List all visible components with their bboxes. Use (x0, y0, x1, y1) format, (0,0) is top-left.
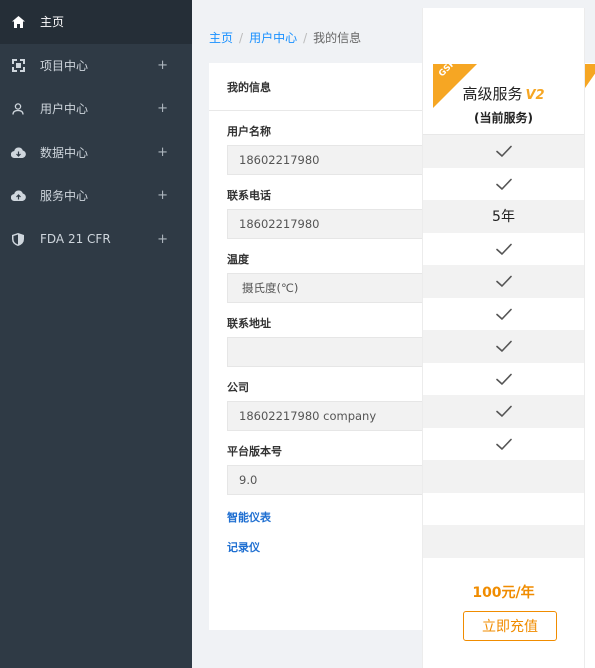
feature-row (423, 395, 584, 428)
sidebar-item-service-center[interactable]: 服务中心 + (0, 174, 192, 218)
check-icon (495, 340, 512, 353)
check-icon (495, 373, 512, 385)
feature-row: 5年 (423, 200, 584, 233)
feature-row (423, 363, 584, 396)
check-icon (495, 275, 512, 288)
check-icon (495, 308, 512, 320)
sidebar: 主页 项目中心 + 用户中心 + 数据中心 + 服务中心 + FDA 21 CF… (0, 0, 192, 668)
feature-row (423, 525, 584, 558)
feature-row (423, 233, 584, 266)
cloud-icon (10, 144, 26, 160)
feature-row (423, 493, 584, 526)
shield-icon (10, 231, 26, 247)
sidebar-item-label: 服务中心 (40, 189, 89, 204)
check-icon (495, 178, 512, 190)
plan-subtitle: (当前服务) (474, 111, 533, 125)
breadcrumb-current: 我的信息 (313, 31, 362, 45)
sidebar-item-label: 项目中心 (40, 58, 89, 73)
feature-row (423, 330, 584, 363)
expand-icon[interactable]: + (157, 101, 168, 116)
breadcrumb: 主页 / 用户中心 / 我的信息 (209, 29, 361, 46)
expand-icon[interactable]: + (157, 145, 168, 160)
check-icon (495, 405, 512, 418)
home-icon (10, 14, 26, 30)
check-icon (495, 145, 512, 158)
sidebar-item-data-center[interactable]: 数据中心 + (0, 131, 192, 175)
feature-row (423, 460, 584, 493)
sidebar-item-label: 数据中心 (40, 145, 89, 160)
plan-panel: GSP 高级服务 V2 (当前服务) 5年 100元/年 立即充值 (422, 8, 585, 668)
sidebar-item-user-center[interactable]: 用户中心 + (0, 87, 192, 131)
expand-icon[interactable]: + (157, 232, 168, 247)
feature-row (423, 265, 584, 298)
expand-icon[interactable]: + (157, 58, 168, 73)
cloud-service-icon (10, 188, 26, 204)
plan-title: 高级服务 V2 (423, 83, 584, 104)
project-icon (10, 57, 26, 73)
sidebar-item-label: 主页 (40, 15, 65, 30)
expand-icon[interactable]: + (157, 188, 168, 203)
check-icon (495, 438, 512, 450)
breadcrumb-separator: / (239, 31, 244, 45)
check-icon (495, 243, 512, 255)
sidebar-item-label: FDA 21 CFR (40, 232, 111, 247)
sidebar-item-home[interactable]: 主页 (0, 0, 192, 44)
feature-row (423, 135, 584, 168)
recharge-button[interactable]: 立即充值 (463, 611, 557, 641)
feature-row (423, 428, 584, 461)
plan-name: 高级服务 (462, 85, 523, 103)
breadcrumb-home[interactable]: 主页 (209, 31, 233, 45)
feature-value: 5年 (492, 209, 515, 226)
sidebar-item-label: 用户中心 (40, 102, 89, 117)
breadcrumb-separator: / (303, 31, 308, 45)
version-badge: V2 (525, 88, 545, 103)
feature-row (423, 168, 584, 201)
user-icon (10, 101, 26, 117)
feature-row (423, 298, 584, 331)
sidebar-item-fda[interactable]: FDA 21 CFR + (0, 218, 192, 262)
next-plan-panel-edge (585, 64, 595, 668)
sidebar-item-project-center[interactable]: 项目中心 + (0, 44, 192, 88)
plan-price: 100元/年 (472, 585, 535, 601)
breadcrumb-user-center[interactable]: 用户中心 (249, 31, 297, 45)
